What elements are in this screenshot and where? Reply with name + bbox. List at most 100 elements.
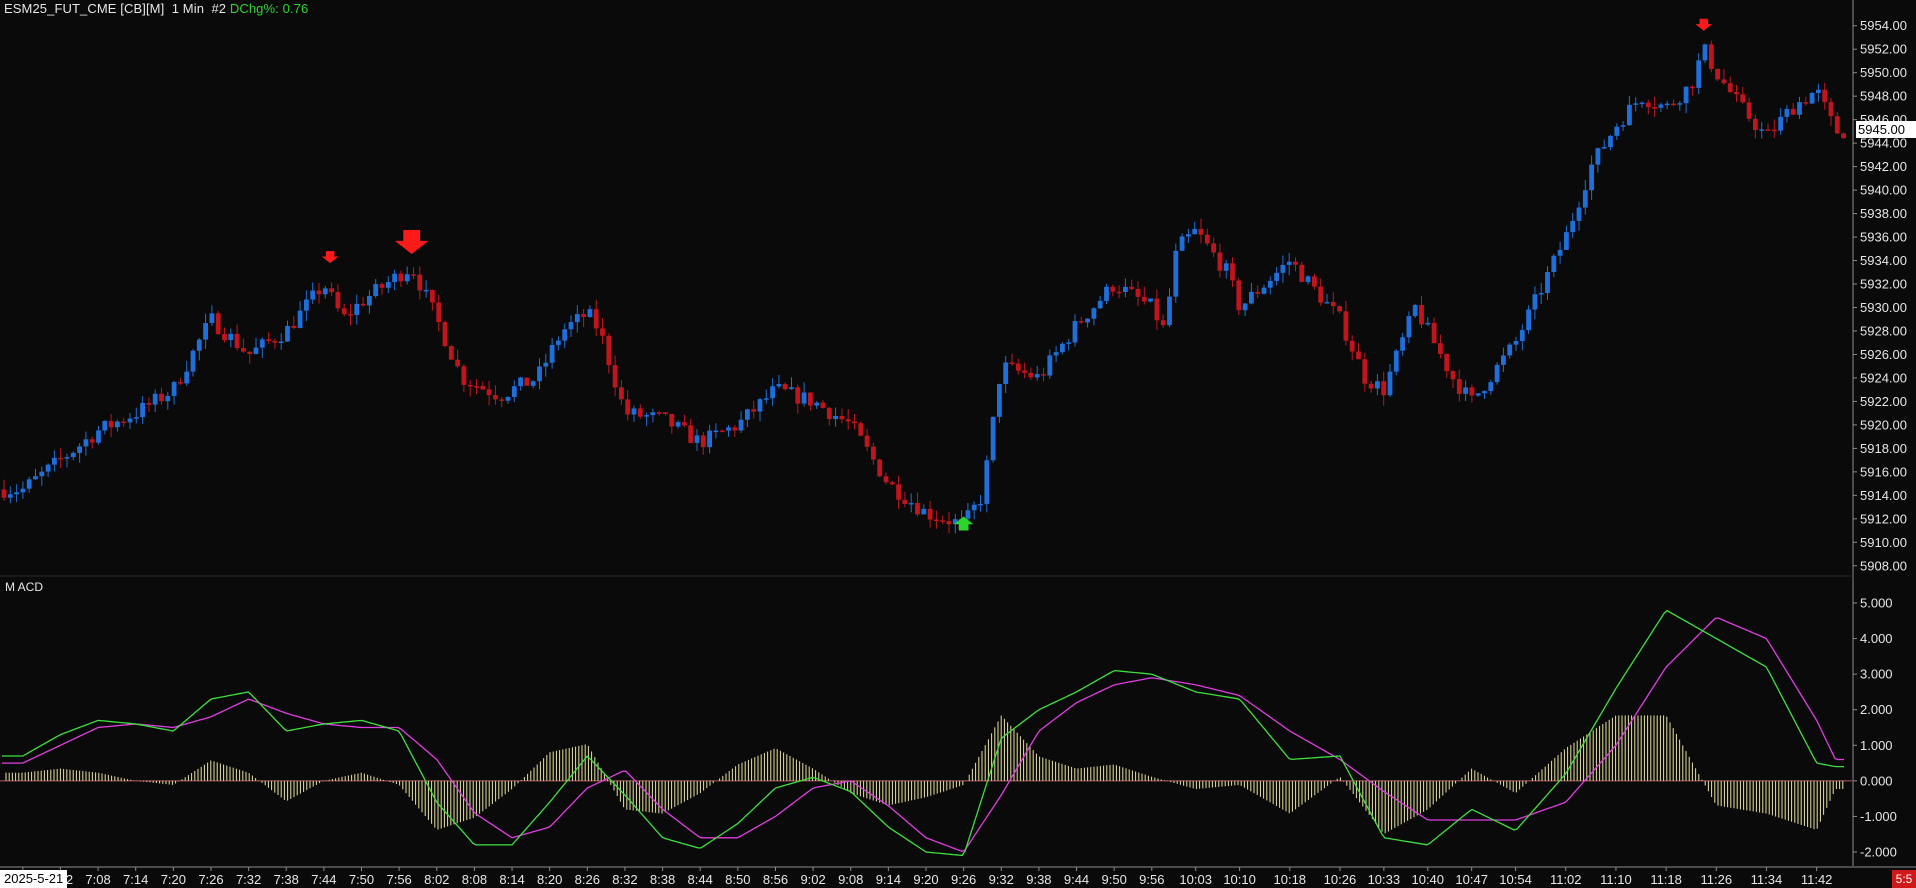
candle-body (1286, 261, 1292, 265)
candle-body (165, 395, 171, 402)
price-tick-label: 5924.00 (1860, 370, 1907, 385)
candle-body (1715, 68, 1720, 80)
candle-body (921, 508, 927, 515)
candle-body (1261, 287, 1267, 294)
candle-body (946, 521, 952, 525)
candle-body (1645, 102, 1651, 108)
chart-stage[interactable]: 5954.00 5952.00 5950.00 5948.00 5946.00 5944.… (0, 0, 1916, 888)
candle-body (1576, 207, 1582, 221)
candle-body (745, 409, 750, 420)
candle-body (902, 499, 908, 504)
candle-body (1708, 44, 1714, 69)
time-tick-label: 8:26 (575, 872, 600, 887)
candle-body (1507, 344, 1513, 356)
candle-body (713, 430, 719, 433)
candle-body (1135, 288, 1141, 297)
candle-body (184, 371, 190, 384)
candle-body (1091, 308, 1097, 319)
candle-body (1727, 83, 1733, 92)
price-tick-label: 5940.00 (1860, 183, 1907, 198)
time-tick-label: 7:44 (311, 872, 336, 887)
candle-body (1066, 342, 1072, 344)
candle-body (1085, 318, 1090, 323)
candle-body (606, 335, 612, 366)
candle-body (222, 334, 227, 341)
time-tick-label: 10:54 (1499, 872, 1532, 887)
candle-body (96, 430, 101, 443)
candle-body (304, 299, 309, 311)
candle-body (1242, 303, 1248, 311)
candle-body (732, 427, 738, 431)
macd-line (2, 609, 1844, 857)
candle-body (1690, 86, 1695, 89)
candle-body (1456, 379, 1462, 394)
candle-body (1186, 234, 1191, 237)
candle-body (1582, 190, 1588, 208)
time-tick-label: 8:08 (462, 872, 487, 887)
candle-body (556, 340, 561, 345)
candle-body (600, 328, 605, 336)
candle-body (480, 386, 486, 390)
candle-body (341, 308, 347, 315)
candle-body (1343, 311, 1349, 341)
time-tick-label: 8:14 (499, 872, 524, 887)
candle-body (1223, 263, 1229, 271)
date-label: 2025-5-21 (0, 870, 68, 888)
candle-body (1123, 286, 1128, 293)
candle-body (581, 314, 586, 317)
candle-body (1551, 255, 1557, 272)
candle-body (77, 446, 82, 453)
candle-body (348, 314, 353, 316)
candle-body (1028, 372, 1034, 378)
candle-body (1280, 264, 1286, 273)
candle-body (1482, 391, 1487, 394)
price-tick-label: 5908.00 (1860, 558, 1907, 573)
candle-body (619, 387, 624, 400)
candle-body (1816, 89, 1821, 94)
price-tick-label: 5954.00 (1860, 18, 1907, 33)
price-tick-label: 5942.00 (1860, 159, 1907, 174)
candle-body (259, 339, 265, 348)
candle-body (1041, 374, 1046, 376)
candle-body (637, 408, 643, 417)
time-tick-label: 11:26 (1700, 872, 1732, 887)
candle-body (1519, 330, 1525, 342)
price-tick-label: 5938.00 (1860, 206, 1907, 221)
candle-body (1564, 232, 1569, 250)
candle-body (1022, 370, 1027, 373)
chart-canvas[interactable]: 5954.005952.005950.005948.005946.005944.… (0, 0, 1916, 888)
candle-body (1034, 374, 1040, 378)
time-tick-label: 7:26 (198, 872, 223, 887)
candle-body (776, 384, 782, 387)
price-tick-label: 5928.00 (1860, 323, 1907, 338)
time-tick-label: 8:44 (688, 872, 713, 887)
candle-body (1513, 341, 1519, 345)
candle-body (171, 382, 177, 396)
candle-body (133, 417, 139, 419)
buy-arrow-icon (953, 516, 974, 531)
candle-body (1104, 286, 1109, 301)
time-tick-label: 8:20 (537, 872, 562, 887)
candle-body (808, 392, 813, 406)
candle-body (266, 339, 271, 341)
candle-body (1822, 89, 1828, 103)
candle-body (1469, 387, 1475, 396)
candle-body (675, 422, 681, 427)
candle-body (373, 284, 379, 297)
candle-body (39, 471, 45, 477)
macd-signal-line (2, 617, 1844, 853)
time-tick-label: 10:18 (1274, 872, 1307, 887)
candle-body (1721, 79, 1727, 84)
candle-body (442, 322, 448, 347)
candle-body (354, 303, 360, 316)
candle-body (228, 333, 234, 341)
candle-body (1015, 363, 1021, 371)
candle-body (7, 494, 13, 498)
candle-body (1501, 355, 1506, 365)
candle-body (1097, 300, 1103, 309)
candle-body (20, 488, 26, 493)
time-tick-label: 9:02 (800, 872, 825, 887)
candle-body (543, 362, 549, 367)
price-tick-label: 5932.00 (1860, 277, 1907, 292)
candle-body (1532, 294, 1538, 310)
